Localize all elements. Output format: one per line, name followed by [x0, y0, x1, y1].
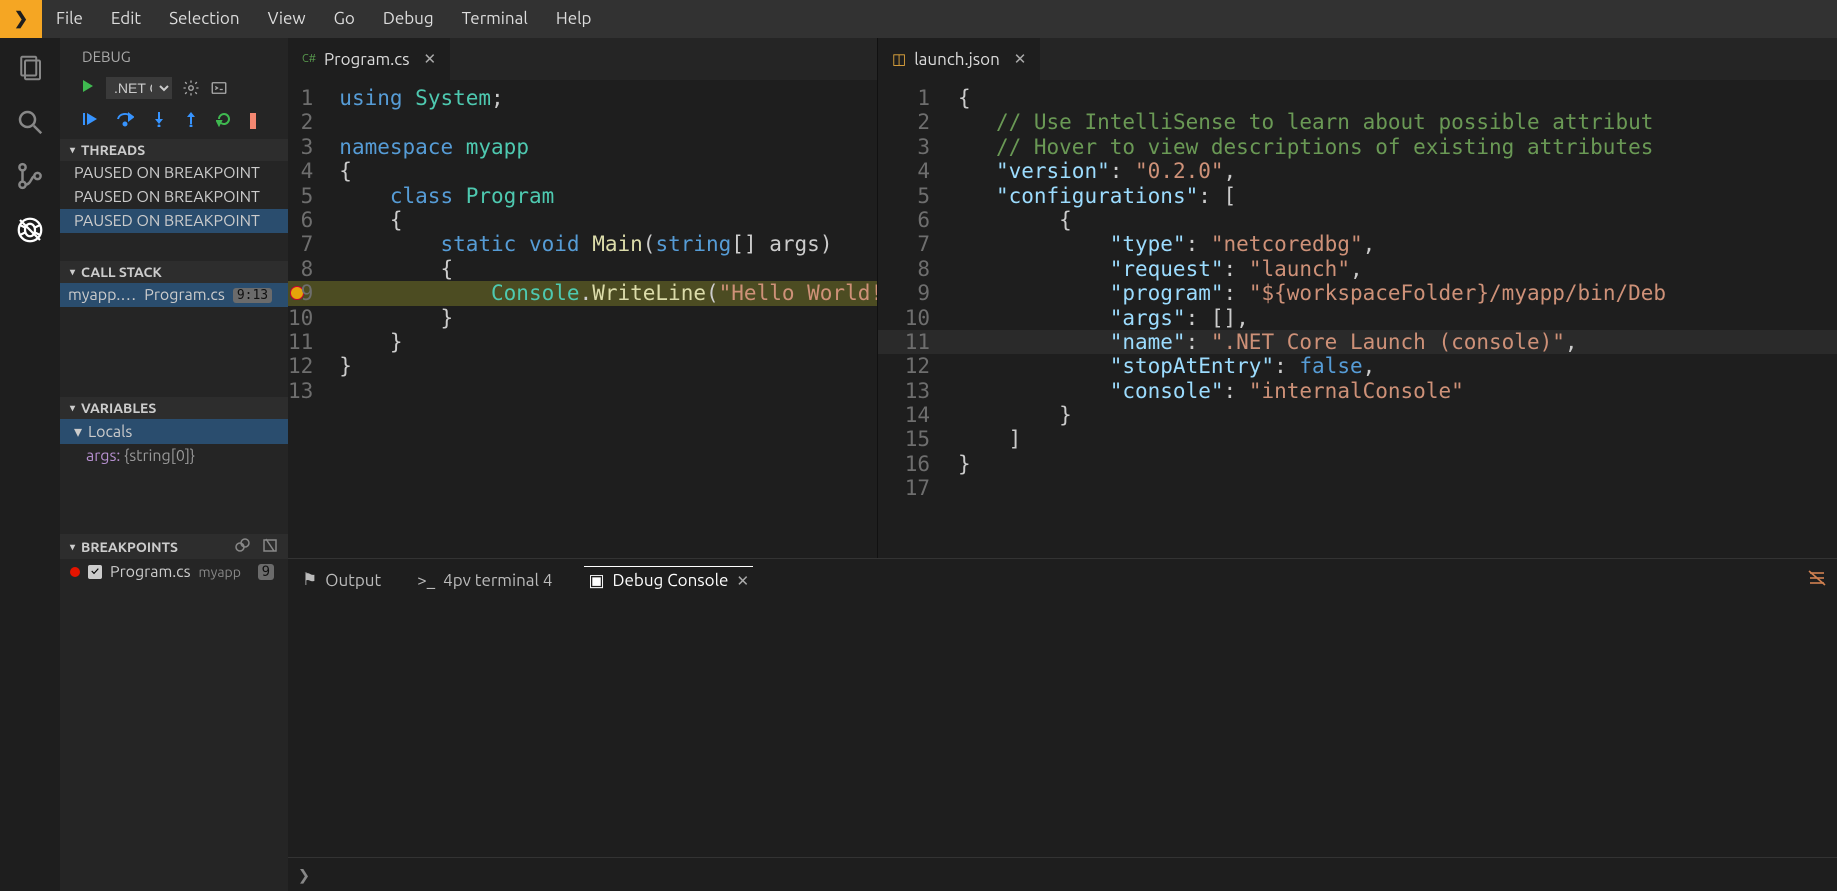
locals-scope[interactable]: ▾ Locals [60, 419, 288, 444]
panel-tab-label: Debug Console [613, 571, 729, 590]
menu-terminal[interactable]: Terminal [448, 0, 542, 38]
tabbar-right: ◫ launch.json ✕ [878, 38, 1837, 80]
files-icon[interactable] [14, 52, 46, 84]
console-icon: ▣ [588, 571, 604, 591]
callstack-frame[interactable]: myapp.… Program.cs 9:13 [60, 283, 288, 307]
breakpoint-row[interactable]: ✓ Program.cs myapp 9 [60, 559, 288, 585]
tab-label: Program.cs [324, 50, 410, 69]
panel-tab-output[interactable]: ⚑ Output [298, 566, 385, 594]
prompt-icon: ❯ [298, 863, 310, 887]
editor-area: C# Program.cs ✕ 12345678910111213 using … [288, 38, 1837, 891]
debug-icon[interactable] [14, 214, 46, 246]
debug-console-body[interactable] [288, 601, 1837, 857]
editor-right: ◫ launch.json ✕ 123456789101112131415161… [878, 38, 1837, 558]
tab-label: launch.json [914, 50, 1000, 69]
chevron-down-icon: ▾ [70, 402, 75, 414]
tab-launch-json[interactable]: ◫ launch.json ✕ [878, 38, 1041, 80]
remove-all-breakpoints-icon[interactable] [262, 537, 278, 556]
chevron-down-icon: ▾ [74, 422, 82, 441]
frame-module: myapp.… [68, 286, 136, 304]
panel-tab-debug-console[interactable]: ▣ Debug Console ✕ [584, 566, 753, 595]
step-over-icon[interactable] [116, 111, 134, 131]
terminal-icon: >_ [417, 571, 435, 590]
bottom-panel: ⚑ Output >_ 4pv terminal 4 ▣ Debug Conso… [288, 558, 1837, 891]
menu-help[interactable]: Help [542, 0, 606, 38]
menu-go[interactable]: Go [320, 0, 369, 38]
thread-item[interactable]: PAUSED ON BREAKPOINT [60, 161, 288, 185]
menu-edit[interactable]: Edit [97, 0, 155, 38]
menu-selection[interactable]: Selection [155, 0, 254, 38]
step-out-icon[interactable] [184, 111, 198, 131]
chevron-down-icon: ▾ [70, 266, 75, 278]
debug-config-select[interactable]: .NET C [106, 77, 172, 99]
breakpoint-line: 9 [258, 564, 274, 580]
menu-file[interactable]: File [42, 0, 97, 38]
console-icon[interactable] [210, 79, 228, 97]
panel-tab-label: Output [325, 571, 381, 590]
breakpoint-path: myapp [199, 564, 241, 580]
csharp-icon: C# [302, 53, 316, 65]
variable-row[interactable]: args: {string[0]} [60, 444, 288, 468]
close-icon[interactable]: ✕ [736, 572, 749, 590]
variable-name: args: [86, 447, 120, 465]
clear-console-icon[interactable] [1807, 568, 1827, 592]
chevron-down-icon: ▾ [70, 144, 75, 156]
step-into-icon[interactable] [152, 111, 166, 131]
activity-bar [0, 38, 60, 891]
debug-config-toolbar: .NET C [60, 73, 288, 105]
menu-debug[interactable]: Debug [369, 0, 448, 38]
frame-file: Program.cs [144, 286, 225, 304]
editor-left: C# Program.cs ✕ 12345678910111213 using … [288, 38, 878, 558]
panel-tab-terminal[interactable]: >_ 4pv terminal 4 [413, 567, 556, 594]
breakpoints-header[interactable]: ▾ BREAKPOINTS [60, 534, 288, 559]
app-logo: ❯ [0, 0, 42, 38]
variables-header[interactable]: ▾ VARIABLES [60, 397, 288, 419]
close-icon[interactable]: ✕ [1014, 50, 1027, 68]
continue-icon[interactable] [82, 111, 98, 131]
breakpoint-dot-icon [70, 567, 80, 577]
close-icon[interactable]: ✕ [424, 50, 437, 68]
debug-sidebar: DEBUG .NET C ▾ THREADS [60, 38, 288, 891]
debug-step-controls [60, 105, 288, 139]
search-icon[interactable] [14, 106, 46, 138]
callstack-header[interactable]: ▾ CALL STACK [60, 261, 288, 283]
thread-item[interactable]: PAUSED ON BREAKPOINT [60, 209, 288, 233]
menu-view[interactable]: View [254, 0, 320, 38]
tabbar-left: C# Program.cs ✕ [288, 38, 877, 80]
menubar: ❯ FileEditSelectionViewGoDebugTerminalHe… [0, 0, 1837, 38]
variable-value: {string[0]} [124, 447, 195, 465]
panel-tab-label: 4pv terminal 4 [443, 571, 552, 590]
start-debug-icon[interactable] [80, 78, 96, 98]
tab-program-cs[interactable]: C# Program.cs ✕ [288, 38, 451, 80]
breakpoint-file: Program.cs [110, 563, 191, 581]
breakpoint-checkbox[interactable]: ✓ [88, 565, 102, 579]
panel-tabs: ⚑ Output >_ 4pv terminal 4 ▣ Debug Conso… [288, 559, 1837, 601]
restart-icon[interactable] [216, 111, 232, 131]
code-editor-left[interactable]: 12345678910111213 using System;namespace… [288, 80, 877, 558]
toggle-breakpoints-icon[interactable] [234, 537, 250, 556]
frame-location: 9:13 [233, 288, 272, 303]
source-control-icon[interactable] [14, 160, 46, 192]
flag-icon: ⚑ [302, 570, 317, 590]
thread-item[interactable]: PAUSED ON BREAKPOINT [60, 185, 288, 209]
debug-console-input[interactable]: ❯ [288, 857, 1837, 891]
code-editor-right[interactable]: 1234567891011121314151617 { // Use Intel… [878, 80, 1837, 558]
chevron-down-icon: ▾ [70, 541, 75, 553]
stop-icon[interactable] [250, 113, 256, 129]
sidebar-title: DEBUG [60, 38, 288, 73]
gear-icon[interactable] [182, 79, 200, 97]
threads-header[interactable]: ▾ THREADS [60, 139, 288, 161]
json-icon: ◫ [892, 50, 906, 68]
